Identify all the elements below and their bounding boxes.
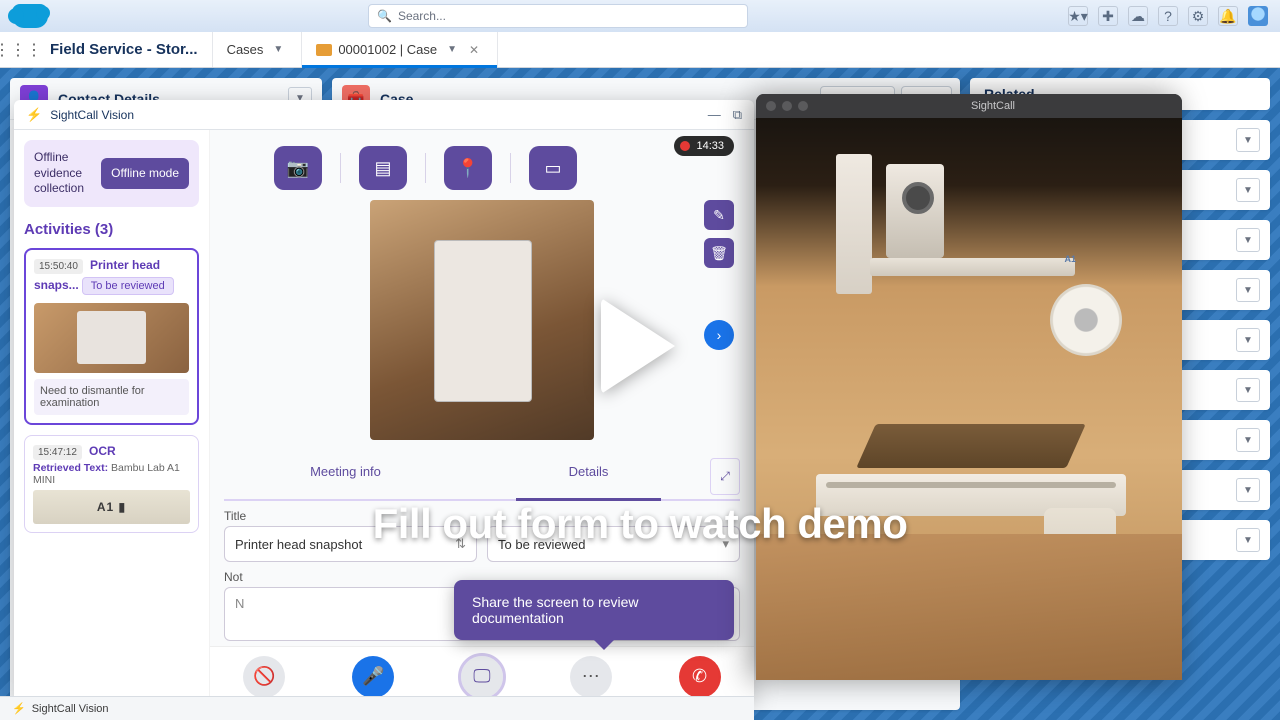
favorites-icon[interactable]: ★▾ (1068, 6, 1088, 26)
salesforce-logo (12, 4, 48, 28)
status-badge: To be reviewed (82, 277, 174, 295)
screen-share-button[interactable]: 🖵 (461, 656, 503, 698)
location-pin-button[interactable]: 📍 (444, 146, 492, 190)
recording-timer: 14:33 (674, 136, 734, 156)
card-menu-button[interactable]: ▼ (1236, 428, 1260, 452)
card-menu-button[interactable]: ▼ (1236, 478, 1260, 502)
tab-cases[interactable]: Cases ▼ (213, 32, 303, 67)
tab-cases-label: Cases (227, 42, 264, 57)
briefcase-icon (316, 44, 332, 56)
offline-text: Offline evidence collection (34, 150, 93, 197)
app-tabs: ⋮⋮⋮ Field Service - Stor... Cases ▼ 0000… (0, 32, 1280, 68)
global-header: 🔍 Search... ★▾ ✚ ☁ ? ⚙ 🔔 (0, 0, 1280, 32)
title-input[interactable]: Printer head snapshot ⇅ (224, 526, 477, 562)
tab-meeting-info[interactable]: Meeting info (224, 454, 467, 499)
chevron-down-icon: ▾ (722, 536, 729, 552)
record-dot-icon (680, 141, 690, 151)
capture-preview: ✎ 🗑 › (224, 200, 740, 440)
card-menu-button[interactable]: ▼ (1236, 378, 1260, 402)
next-capture-button[interactable]: › (704, 320, 734, 350)
search-placeholder: Search... (398, 9, 446, 23)
offline-evidence-box: Offline evidence collection Offline mode (24, 140, 199, 207)
activities-header: Activities (3) (24, 221, 199, 238)
card-menu-button[interactable]: ▼ (1236, 278, 1260, 302)
barcode-button[interactable]: ▤ (359, 146, 407, 190)
card-menu-button[interactable]: ▼ (1236, 228, 1260, 252)
delete-capture-button[interactable]: 🗑 (704, 238, 734, 268)
chevron-down-icon[interactable]: ▼ (273, 44, 283, 55)
sightcall-header: ⚡ SightCall Vision — ⧉ (14, 100, 754, 130)
sightcall-sidebar: Offline evidence collection Offline mode… (14, 130, 210, 702)
global-search[interactable]: 🔍 Search... (368, 4, 748, 28)
title-label: Title (224, 509, 740, 523)
more-options-button[interactable]: ⋯ (570, 656, 612, 698)
search-icon: 🔍 (377, 9, 392, 23)
ocr-retrieved-text: Retrieved Text: Bambu Lab A1 MINI (33, 462, 190, 486)
utility-bar-label: SightCall Vision (32, 703, 109, 715)
user-avatar[interactable] (1248, 6, 1268, 26)
live-video-feed: A1 (756, 118, 1182, 680)
setup-gear-icon[interactable]: ⚙ (1188, 6, 1208, 26)
minimize-icon[interactable]: — (708, 107, 721, 123)
ocr-thumbnail: A1 ▮ (33, 490, 190, 524)
sightcall-video-window: SightCall A1 (756, 94, 1182, 680)
activity-thumbnail (34, 303, 189, 373)
sightcall-title: SightCall Vision (50, 108, 134, 122)
microphone-button[interactable]: 🎤 (352, 656, 394, 698)
window-traffic-lights[interactable] (766, 101, 808, 111)
card-menu-button[interactable]: ▼ (1236, 178, 1260, 202)
activity-card[interactable]: 15:47:12 OCR Retrieved Text: Bambu Lab A… (24, 435, 199, 533)
camera-off-button[interactable]: 🚫 (243, 656, 285, 698)
share-tooltip: Share the screen to review documentation (454, 580, 734, 640)
close-tab-icon[interactable]: ✕ (469, 43, 479, 57)
capture-toolbar: 📷 ▤ 📍 ▭ (274, 146, 740, 190)
bolt-icon: ⚡ (26, 107, 42, 123)
popout-icon[interactable]: ⧉ (733, 107, 742, 123)
tab-case-record[interactable]: 00001002 | Case ▼ ✕ (302, 32, 498, 67)
bolt-icon: ⚡ (12, 702, 26, 715)
app-name: Field Service - Stor... (36, 32, 213, 67)
chevron-down-icon[interactable]: ▼ (447, 44, 457, 55)
utility-bar[interactable]: ⚡ SightCall Vision (0, 696, 754, 720)
printer-model-label: A1 (1064, 254, 1076, 264)
edit-capture-button[interactable]: ✎ (704, 200, 734, 230)
card-menu-button[interactable]: ▼ (1236, 128, 1260, 152)
activity-title: OCR (89, 444, 116, 458)
activity-time: 15:50:40 (34, 259, 83, 274)
offline-mode-button[interactable]: Offline mode (101, 158, 189, 188)
end-call-button[interactable]: ✆ (679, 656, 721, 698)
help-icon[interactable]: ? (1158, 6, 1178, 26)
status-select[interactable]: To be reviewed ▾ (487, 526, 740, 562)
sightcall-main: 14:33 📷 ▤ 📍 ▭ ✎ 🗑 › Meeting inf (210, 130, 754, 702)
video-window-title: SightCall (814, 100, 1172, 112)
tab-details[interactable]: Details (467, 454, 710, 499)
notifications-bell-icon[interactable]: 🔔 (1218, 6, 1238, 26)
app-launcher-icon[interactable]: ⋮⋮⋮ (0, 32, 36, 67)
activity-time: 15:47:12 (33, 445, 82, 460)
expand-icon[interactable]: ⤢ (710, 458, 740, 495)
form-button[interactable]: ▭ (529, 146, 577, 190)
sightcall-panel: ⚡ SightCall Vision — ⧉ Offline evidence … (14, 100, 754, 702)
activity-note: Need to dismantle for examination (34, 379, 189, 415)
card-menu-button[interactable]: ▼ (1236, 328, 1260, 352)
header-icons: ★▾ ✚ ☁ ? ⚙ 🔔 (1068, 6, 1268, 26)
tab-case-record-label: 00001002 | Case (338, 42, 437, 57)
timer-text: 14:33 (696, 140, 724, 152)
camera-capture-button[interactable]: 📷 (274, 146, 322, 190)
trailhead-icon[interactable]: ☁ (1128, 6, 1148, 26)
input-action-icon[interactable]: ⇅ (455, 536, 466, 552)
video-titlebar[interactable]: SightCall (756, 94, 1182, 118)
captured-image (370, 200, 594, 440)
card-menu-button[interactable]: ▼ (1236, 528, 1260, 552)
detail-tabs: Meeting info Details ⤢ (224, 454, 740, 501)
activity-card-selected[interactable]: 15:50:40 Printer head snaps... To be rev… (24, 248, 199, 425)
add-icon[interactable]: ✚ (1098, 6, 1118, 26)
